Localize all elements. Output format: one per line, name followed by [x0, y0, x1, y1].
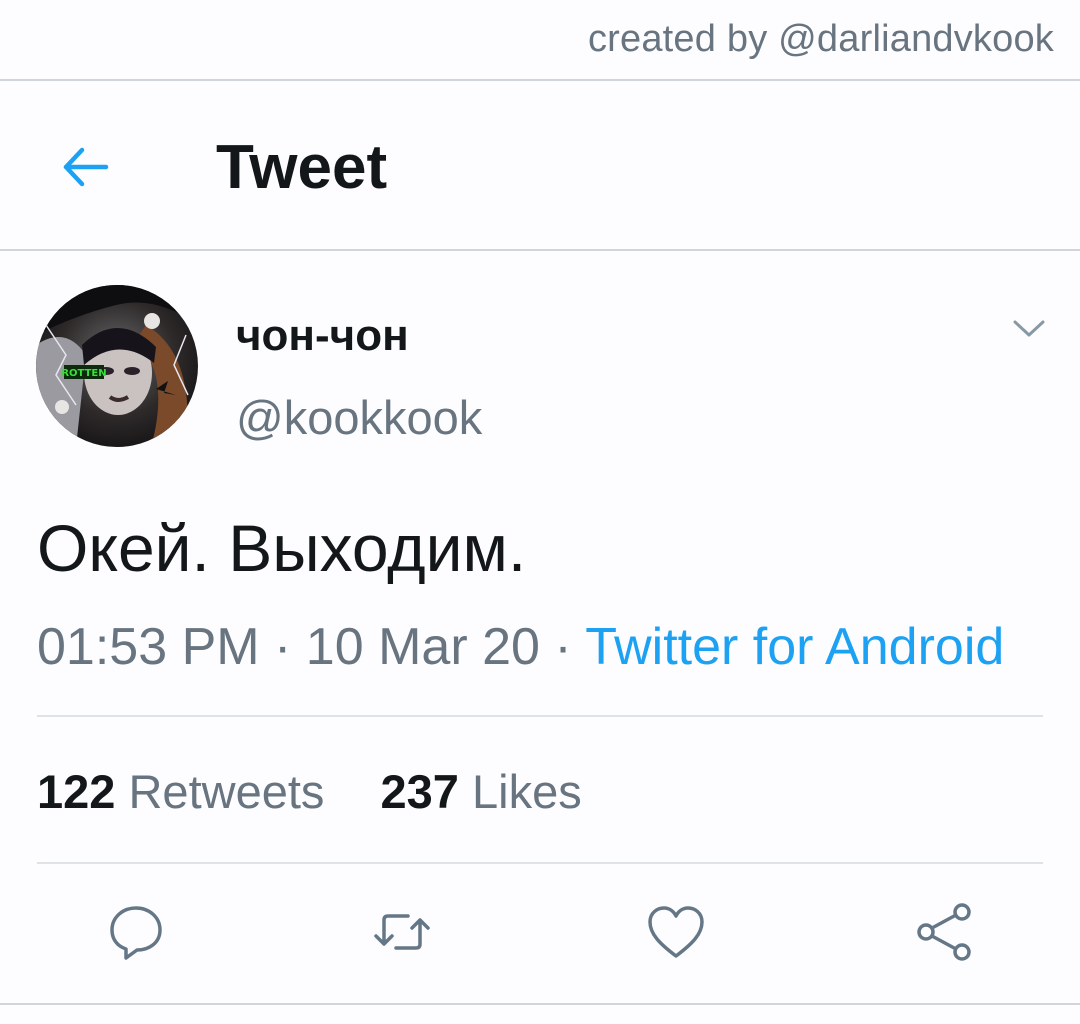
- share-icon: [917, 903, 971, 961]
- display-name[interactable]: чон-чон: [236, 311, 409, 361]
- likes-count: 237: [380, 765, 459, 818]
- retweet-icon: [374, 914, 430, 950]
- stats-divider: [37, 862, 1043, 864]
- bottom-divider: [0, 1003, 1080, 1005]
- tweet-text: Окей. Выходим.: [37, 511, 527, 585]
- like-icon: [648, 906, 704, 958]
- tweet-source-link[interactable]: Twitter for Android: [585, 618, 1004, 676]
- avatar[interactable]: ROTTEN: [36, 285, 198, 447]
- meta-divider: [37, 715, 1043, 717]
- header-divider: [0, 249, 1080, 251]
- tweet-meta: 01:53 PM · 10 Mar 20 · Twitter for Andro…: [37, 617, 1004, 677]
- retweets-label: Retweets: [128, 765, 325, 818]
- page-title: Tweet: [216, 133, 388, 202]
- tweet-stats: 122 Retweets 237 Likes: [37, 764, 582, 819]
- tweet-time: 01:53 PM: [37, 618, 260, 676]
- tweet-date: 10 Mar 20: [305, 618, 540, 676]
- retweets-stat[interactable]: 122 Retweets: [37, 765, 324, 818]
- arrow-left-icon: [63, 147, 109, 187]
- likes-label: Likes: [472, 765, 582, 818]
- retweet-button[interactable]: [370, 900, 434, 964]
- top-divider: [0, 79, 1080, 81]
- action-bar: [0, 900, 1080, 964]
- meta-separator: ·: [259, 618, 306, 676]
- reply-icon: [110, 906, 162, 960]
- more-options-button[interactable]: [1012, 316, 1046, 342]
- watermark: created by @darliandvkook: [587, 18, 1054, 60]
- user-handle[interactable]: @kookkook: [236, 390, 482, 445]
- chevron-down-icon: [1013, 320, 1045, 337]
- likes-stat[interactable]: 237 Likes: [381, 765, 582, 818]
- like-button[interactable]: [644, 900, 708, 964]
- avatar-badge: ROTTEN: [61, 368, 106, 379]
- back-button[interactable]: [58, 140, 112, 194]
- meta-separator: ·: [539, 618, 586, 676]
- retweets-count: 122: [37, 765, 116, 818]
- reply-button[interactable]: [104, 900, 168, 964]
- share-button[interactable]: [912, 900, 976, 964]
